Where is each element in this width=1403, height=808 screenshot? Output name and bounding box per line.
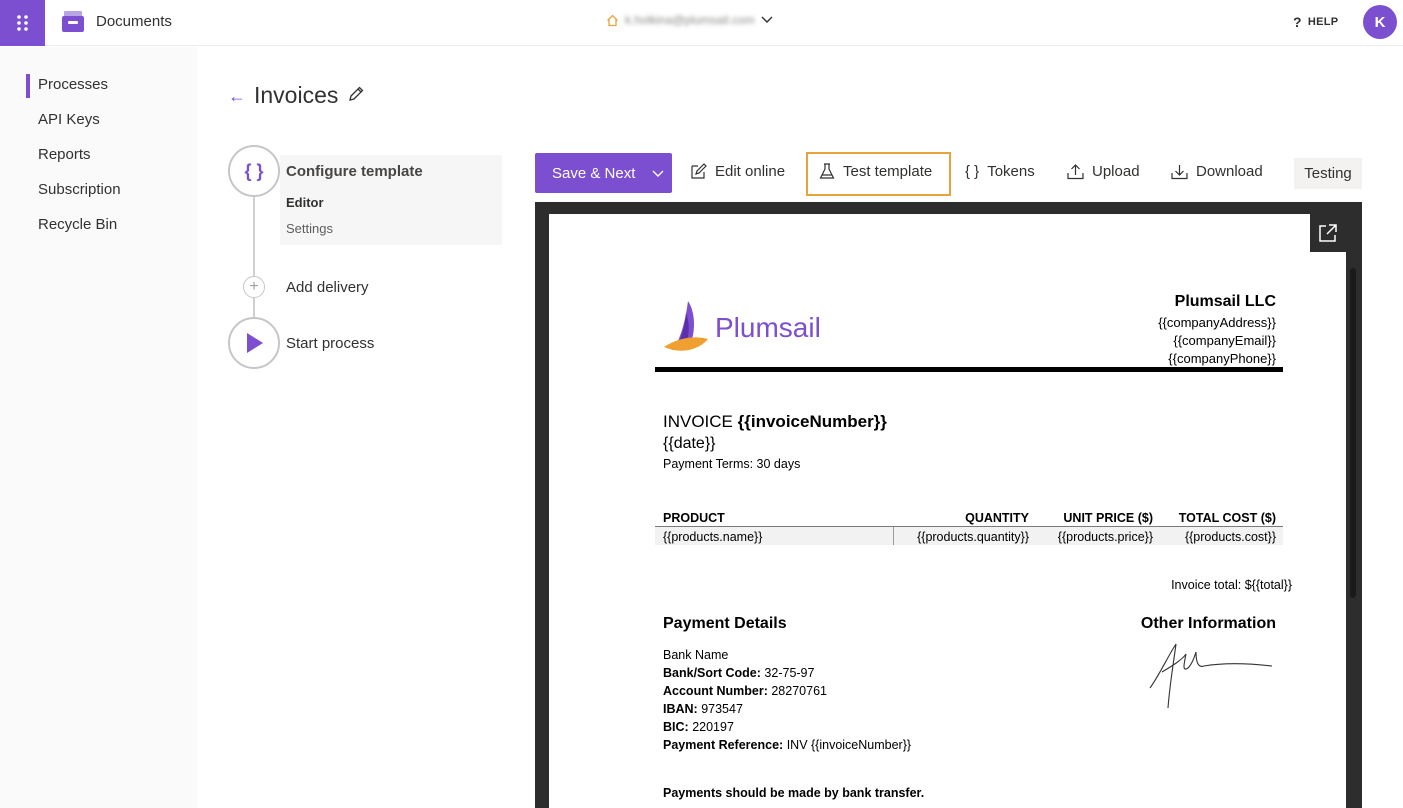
account-number-label: Account Number: xyxy=(663,684,768,698)
chevron-down-icon[interactable] xyxy=(652,165,664,181)
test-template-button[interactable]: Test template xyxy=(819,163,932,180)
account-switcher[interactable]: k.holkina@plumsail.com xyxy=(606,13,773,27)
back-arrow-icon[interactable]: ← xyxy=(228,86,246,107)
testing-button[interactable]: Testing xyxy=(1294,158,1362,189)
sidebar xyxy=(0,47,197,808)
open-external-icon xyxy=(1319,224,1337,242)
sidebar-item-subscription[interactable]: Subscription xyxy=(38,181,121,198)
tokens-label: Tokens xyxy=(987,163,1035,180)
iban-value: 973547 xyxy=(701,702,743,716)
table-header-unit-price: UNIT PRICE ($) xyxy=(1063,511,1153,525)
help-button[interactable]: ? HELP xyxy=(1293,14,1338,30)
account-email: k.holkina@plumsail.com xyxy=(625,13,755,27)
braces-icon: { } xyxy=(965,163,980,180)
upload-icon xyxy=(1067,164,1084,180)
other-info-title: Other Information xyxy=(1140,615,1276,632)
company-address: {{companyAddress}} xyxy=(1158,315,1276,330)
company-name: Plumsail LLC xyxy=(1174,293,1276,310)
table-header-quantity: QUANTITY xyxy=(965,511,1029,525)
documents-app-icon xyxy=(62,11,84,32)
sidebar-item-api-keys[interactable]: API Keys xyxy=(38,111,100,128)
step-configure-circle[interactable]: { } xyxy=(228,145,280,197)
sort-code-label: Bank/Sort Code: xyxy=(663,666,761,680)
plumsail-logo-icon xyxy=(664,301,708,351)
table-cell-product: {{products.name}} xyxy=(663,530,763,544)
flask-icon xyxy=(819,163,835,179)
save-next-label: Save & Next xyxy=(552,164,636,182)
step-sub-settings[interactable]: Settings xyxy=(286,221,333,236)
bank-name: Bank Name xyxy=(663,648,729,662)
invoice-date: {{date}} xyxy=(663,435,716,452)
braces-icon: { } xyxy=(244,160,264,181)
sort-code-value: 32-75-97 xyxy=(764,666,815,680)
sidebar-item-processes[interactable]: Processes xyxy=(38,76,108,93)
download-label: Download xyxy=(1196,163,1263,180)
top-bar: Documents k.holkina@plumsail.com ? HELP … xyxy=(0,0,1403,46)
edit-icon xyxy=(691,163,707,179)
invoice-label: INVOICE xyxy=(663,412,733,431)
test-template-label: Test template xyxy=(843,163,933,180)
header-divider xyxy=(655,367,1283,372)
step-connector xyxy=(253,197,255,318)
bic-line: BIC: 220197 xyxy=(663,720,734,734)
play-icon xyxy=(247,333,263,353)
invoice-number: {{invoiceNumber}} xyxy=(737,412,887,431)
account-number-line: Account Number: 28270761 xyxy=(663,684,827,698)
step-configure-label[interactable]: Configure template xyxy=(286,163,423,180)
iban-line: IBAN: 973547 xyxy=(663,702,743,716)
payment-details-title: Payment Details xyxy=(663,615,787,632)
help-label: HELP xyxy=(1307,16,1339,28)
upload-button[interactable]: Upload xyxy=(1067,163,1140,180)
table-cell-divider xyxy=(893,527,894,545)
payment-ref-label: Payment Reference: xyxy=(663,738,784,752)
payment-terms: Payment Terms: 30 days xyxy=(663,457,801,471)
tokens-button[interactable]: { } Tokens xyxy=(965,163,1035,180)
app-title: Documents xyxy=(96,13,172,30)
table-cell-quantity: {{products.quantity}} xyxy=(917,530,1029,544)
account-number-value: 28270761 xyxy=(771,684,827,698)
table-header-total-cost: TOTAL COST ($) xyxy=(1178,511,1276,525)
payment-ref-value: INV {{invoiceNumber}} xyxy=(786,738,912,752)
sort-code-line: Bank/Sort Code: 32-75-97 xyxy=(663,666,814,680)
edit-title-icon[interactable] xyxy=(347,85,365,103)
invoice-heading: INVOICE {{invoiceNumber}} xyxy=(663,412,887,432)
edit-online-label: Edit online xyxy=(715,163,786,180)
table-cell-cost: {{products.cost}} xyxy=(1184,530,1276,544)
download-button[interactable]: Download xyxy=(1171,163,1263,180)
viewer-scrollbar[interactable] xyxy=(1350,268,1356,598)
bic-value: 220197 xyxy=(692,720,734,734)
bic-label: BIC: xyxy=(663,720,689,734)
sidebar-item-recycle-bin[interactable]: Recycle Bin xyxy=(38,216,117,233)
company-email: {{companyEmail}} xyxy=(1173,333,1276,348)
iban-label: IBAN: xyxy=(663,702,698,716)
save-next-button[interactable]: Save & Next xyxy=(535,153,672,193)
plumsail-logo-text: Plumsail xyxy=(715,312,821,343)
step-start-label[interactable]: Start process xyxy=(286,335,374,352)
popout-button[interactable] xyxy=(1310,214,1346,252)
table-header-product: PRODUCT xyxy=(663,511,725,525)
download-icon xyxy=(1171,165,1188,180)
chevron-down-icon xyxy=(761,16,773,23)
step-delivery-label[interactable]: Add delivery xyxy=(286,279,369,296)
page-title: Invoices xyxy=(254,82,339,108)
company-phone: {{companyPhone}} xyxy=(1168,351,1276,366)
avatar[interactable]: K xyxy=(1363,5,1397,39)
footer-note: Payments should be made by bank transfer… xyxy=(663,786,925,800)
app-launcher-icon[interactable] xyxy=(0,0,45,46)
question-icon: ? xyxy=(1293,14,1302,30)
add-delivery-icon[interactable]: + xyxy=(243,276,265,298)
signature-image xyxy=(1149,643,1273,709)
invoice-total: Invoice total: ${{total}} xyxy=(1171,578,1292,592)
table-cell-price: {{products.price}} xyxy=(1057,530,1153,544)
payment-ref-line: Payment Reference: INV {{invoiceNumber}} xyxy=(663,738,911,752)
active-indicator xyxy=(26,74,30,98)
sidebar-item-reports[interactable]: Reports xyxy=(38,146,91,163)
step-start-circle[interactable] xyxy=(228,317,280,369)
home-icon xyxy=(607,14,618,26)
step-sub-editor[interactable]: Editor xyxy=(286,195,324,210)
edit-online-button[interactable]: Edit online xyxy=(690,163,785,180)
upload-label: Upload xyxy=(1092,163,1140,180)
